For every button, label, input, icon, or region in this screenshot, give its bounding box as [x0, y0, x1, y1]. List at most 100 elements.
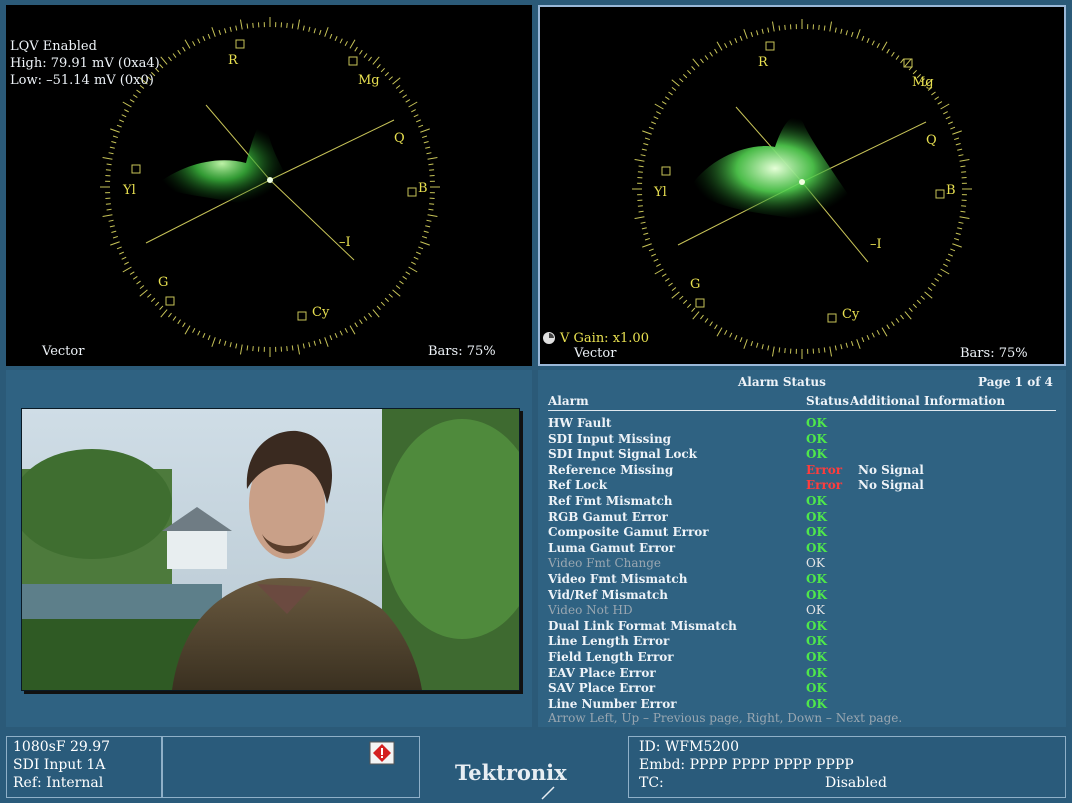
alarm-status-value: OK	[806, 634, 827, 649]
signal-info-box: 1080sF 29.97 SDI Input 1A Ref: Internal	[6, 736, 162, 798]
alarm-row: Ref Lock Error No Signal	[548, 478, 1058, 493]
bars-label-left: Bars: 75%	[428, 344, 496, 359]
timecode-value: Disabled	[825, 775, 887, 791]
alarm-name: Line Number Error	[548, 696, 677, 711]
target-cy-left: Cy	[312, 305, 330, 320]
target-i-right: –I	[870, 237, 882, 252]
target-yl-left: Yl	[123, 183, 136, 198]
logo-swoosh	[541, 786, 555, 800]
alarm-status-value: OK	[806, 525, 827, 540]
target-r-left: R	[228, 53, 238, 68]
alarm-status-value: OK	[806, 572, 827, 586]
video-picture	[21, 408, 520, 691]
column-header-info: Additional Information	[850, 394, 1006, 408]
alarm-name: SDI Input Missing	[548, 431, 672, 446]
alarm-row: HW Fault OK	[548, 416, 1058, 431]
mode-label-left: Vector	[42, 344, 85, 359]
alarm-name: EAV Place Error	[548, 665, 656, 680]
vector-scope-right[interactable]: R Mg Q B Yl –I G Cy V Gain: x1.00 Vector…	[538, 5, 1066, 366]
alarm-name: Vid/Ref Mismatch	[548, 587, 669, 602]
alarm-row: Luma Gamut Error OK	[548, 541, 1058, 556]
alarm-row: EAV Place Error OK	[548, 666, 1058, 681]
target-q-right: Q	[926, 133, 937, 148]
alarm-status-value: OK	[806, 665, 827, 680]
alarm-status-value: OK	[806, 681, 827, 696]
alarm-name: Field Length Error	[548, 650, 674, 664]
picture-tile[interactable]	[6, 370, 532, 727]
column-header-status: Status	[806, 394, 850, 408]
target-mg-left: Mg	[358, 73, 380, 88]
alarm-row: SDI Input Missing OK	[548, 432, 1058, 447]
status-bar: 1080sF 29.97 SDI Input 1A Ref: Internal …	[0, 730, 1072, 803]
alarm-status-value: OK	[806, 431, 827, 446]
alarm-status-value: OK	[806, 696, 827, 711]
alarm-name: Video Fmt Mismatch	[548, 572, 688, 586]
target-r-right: R	[758, 55, 768, 70]
alarm-row: Video Fmt Change OK	[548, 556, 1058, 571]
device-info-box: ID: WFM5200 Embd: PPPP PPPP PPPP PPPP TC…	[628, 736, 1066, 798]
alarm-status-value: Error	[806, 478, 843, 493]
vectorscope-graticule-right	[632, 19, 972, 359]
alarm-additional-info: No Signal	[858, 478, 924, 493]
alarm-row: RGB Gamut Error OK	[548, 510, 1058, 525]
alarm-name: Dual Link Format Mismatch	[548, 618, 737, 633]
alarm-name: Video Fmt Change	[548, 556, 662, 571]
target-cy-right: Cy	[842, 307, 860, 322]
alarm-status-title: Alarm Status	[738, 375, 826, 389]
embedded-audio: Embd: PPPP PPPP PPPP PPPP	[639, 757, 854, 773]
alarm-status-value: Error	[806, 462, 843, 477]
alarm-row: Line Number Error OK	[548, 697, 1058, 712]
alarm-status-value: OK	[806, 509, 827, 524]
page-indicator: Page 1 of 4	[978, 375, 1053, 389]
alarm-name: Luma Gamut Error	[548, 540, 676, 555]
alarm-status-value: OK	[806, 618, 827, 633]
target-b-right: B	[946, 183, 956, 198]
alarm-row: Ref Fmt Mismatch OK	[548, 494, 1058, 509]
target-q-left: Q	[394, 131, 405, 146]
alarm-row: Reference Missing Error No Signal	[548, 463, 1058, 478]
status-icons-box	[162, 736, 420, 798]
alarm-row: Line Length Error OK	[548, 634, 1058, 649]
bars-label-right: Bars: 75%	[960, 346, 1028, 361]
vector-trace-left	[156, 122, 288, 205]
alarm-name: Line Length Error	[548, 634, 670, 649]
alarm-name: HW Fault	[548, 416, 612, 430]
alarm-status-panel[interactable]: Alarm Status Page 1 of 4 Alarm Status Ad…	[538, 370, 1066, 727]
vector-trace-right	[690, 116, 860, 221]
alarm-status-value: OK	[806, 556, 825, 571]
tektronix-logo: Tektronix	[455, 760, 567, 785]
alarm-name: Ref Fmt Mismatch	[548, 494, 673, 508]
alarm-status-value: OK	[806, 603, 825, 618]
vector-scope-left[interactable]: LQV Enabled High: 79.91 mV (0xa4) Low: –…	[6, 5, 532, 366]
warning-icon[interactable]	[369, 741, 395, 769]
target-i-left: –I	[339, 235, 351, 250]
video-frame-image	[22, 409, 519, 690]
alarm-name: RGB Gamut Error	[548, 509, 668, 524]
alarm-row: Video Not HD OK	[548, 603, 1058, 618]
alarm-row: Field Length Error OK	[548, 650, 1058, 665]
target-b-left: B	[418, 181, 428, 196]
alarm-additional-info: No Signal	[858, 462, 924, 477]
input-label: SDI Input 1A	[13, 757, 106, 773]
lqv-high-label: High: 79.91 mV (0xa4)	[10, 56, 160, 71]
alarm-name: SDI Input Signal Lock	[548, 447, 697, 462]
target-yl-right: Yl	[654, 185, 667, 200]
alarm-row: SDI Input Signal Lock OK	[548, 447, 1058, 462]
mode-label-right: Vector	[574, 346, 617, 361]
alarm-row: Composite Gamut Error OK	[548, 525, 1058, 540]
alarm-name: Video Not HD	[548, 603, 633, 618]
header-divider	[548, 410, 1056, 411]
timecode-label: TC:	[639, 775, 664, 791]
alarm-name: SAV Place Error	[548, 681, 656, 696]
alarm-status-value: OK	[806, 447, 827, 462]
alarm-status-value: OK	[806, 650, 827, 664]
video-format: 1080sF 29.97	[13, 739, 111, 755]
alarm-status-value: OK	[806, 540, 827, 555]
alarm-row: Dual Link Format Mismatch OK	[548, 619, 1058, 634]
alarm-status-value: OK	[806, 416, 827, 430]
alarm-name: Ref Lock	[548, 478, 608, 493]
alarm-row: SAV Place Error OK	[548, 681, 1058, 696]
alarm-row: Video Fmt Mismatch OK	[548, 572, 1058, 587]
alarm-status-value: OK	[806, 494, 827, 508]
gain-knob-icon[interactable]	[542, 331, 556, 349]
